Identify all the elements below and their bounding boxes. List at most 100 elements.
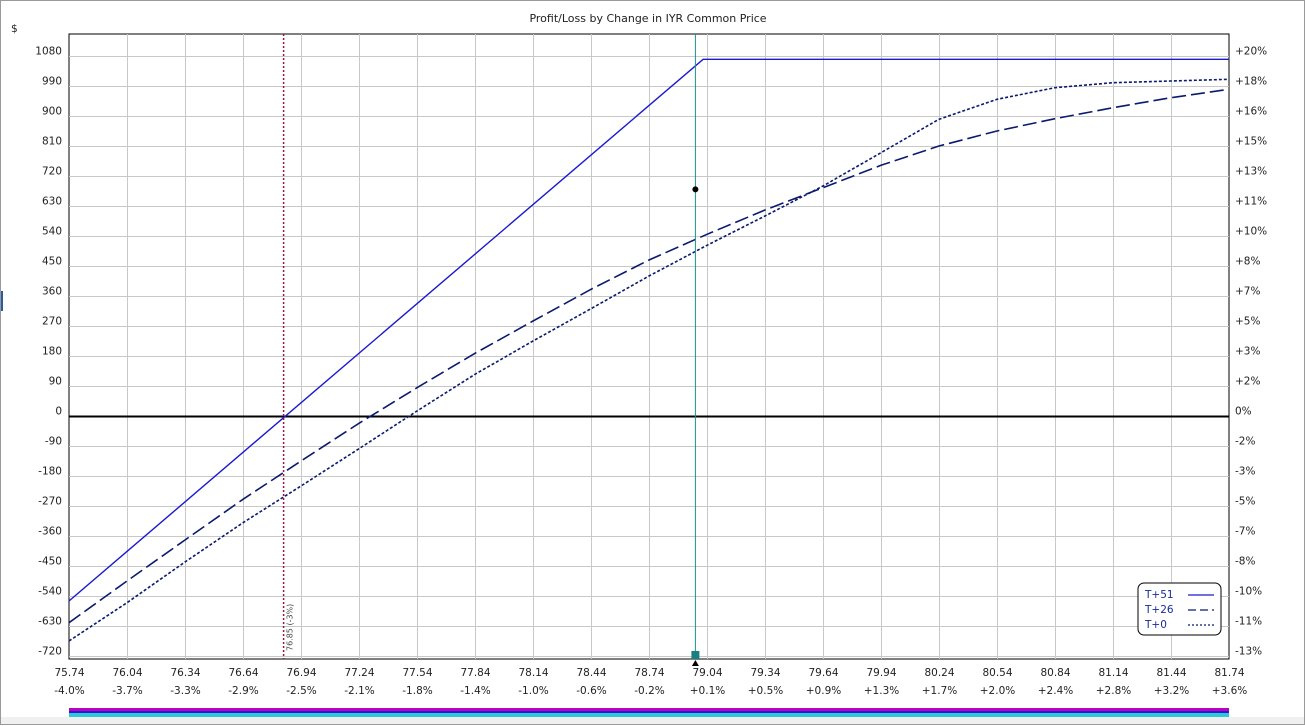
y-tick-label: 360: [42, 286, 62, 298]
x-pct-label: +3.2%: [1154, 685, 1189, 697]
x-pct-label: -3.7%: [112, 685, 142, 697]
y-pct-label: +8%: [1235, 256, 1260, 268]
x-tick-label: 79.04: [692, 667, 722, 679]
x-pct-label: -0.2%: [634, 685, 664, 697]
legend-label: T+0: [1144, 619, 1167, 631]
x-pct-label: +0.9%: [806, 685, 841, 697]
x-tick-label: 79.34: [750, 667, 780, 679]
y-pct-label: -8%: [1235, 556, 1255, 568]
y-pct-label: -7%: [1235, 526, 1255, 538]
y-tick-label: -90: [45, 436, 62, 448]
break-even-label: 76.85 (-3%): [286, 604, 295, 651]
y-pct-label: +15%: [1235, 136, 1267, 148]
y-pct-label: -2%: [1235, 436, 1255, 448]
y-pct-label: +11%: [1235, 196, 1267, 208]
y-tick-label: -450: [38, 556, 62, 568]
y-tick-label: -630: [38, 616, 62, 628]
x-tick-label: 79.64: [808, 667, 838, 679]
scroll-stripe-magenta: [69, 708, 1229, 711]
chart-window: 75.74 -4.0% 76.04 -3.7% 76.34 -3.3% 76.64 -2.9%…: [0, 0, 1305, 725]
x-tick-label: 81.74: [1214, 667, 1244, 679]
y-tick-label: 720: [42, 166, 62, 178]
y-tick-label: 900: [42, 106, 62, 118]
x-pct-label: +2.4%: [1038, 685, 1073, 697]
x-pct-label: +1.3%: [864, 685, 899, 697]
y-tick-label: -540: [38, 586, 62, 598]
x-tick-label: 80.24: [924, 667, 954, 679]
scroll-stripe-blue: [69, 711, 1229, 713]
x-pct-label: -4.0%: [54, 685, 84, 697]
y-pct-label: -3%: [1235, 466, 1255, 478]
y-pct-label: 0%: [1235, 406, 1252, 418]
legend: T+51 T+26 T+0: [1137, 582, 1222, 636]
x-pct-label: +1.7%: [922, 685, 957, 697]
chart-title: Profit/Loss by Change in IYR Common Pric…: [529, 12, 766, 25]
x-tick-label: 78.44: [576, 667, 606, 679]
y-pct-label: +5%: [1235, 316, 1260, 328]
scroll-stripe-cyan: [69, 713, 1229, 717]
x-tick-label: 79.94: [866, 667, 896, 679]
y-tick-label: -720: [38, 646, 62, 658]
y-axis-unit: $: [11, 23, 18, 35]
y-pct-label: -11%: [1235, 616, 1262, 628]
x-pct-label: +0.1%: [690, 685, 725, 697]
x-tick-label: 78.14: [518, 667, 548, 679]
y-tick-label: 810: [42, 136, 62, 148]
x-tick-label: 81.14: [1098, 667, 1128, 679]
x-tick-label: 75.74: [54, 667, 84, 679]
x-tick-label: 77.84: [460, 667, 490, 679]
x-pct-label: +3.6%: [1212, 685, 1247, 697]
x-pct-label: -3.3%: [170, 685, 200, 697]
pl-chart: 75.74 -4.0% 76.04 -3.7% 76.34 -3.3% 76.64 -2.9%…: [1, 12, 1304, 724]
x-pct-label: -1.0%: [518, 685, 548, 697]
y-tick-label: 450: [42, 256, 62, 268]
status-strip: [1, 717, 1304, 724]
legend-label: T+51: [1144, 589, 1174, 601]
x-pct-label: +2.8%: [1096, 685, 1131, 697]
y-pct-label: +16%: [1235, 106, 1267, 118]
y-pct-label: -13%: [1235, 646, 1262, 658]
y-tick-label: 1080: [35, 46, 62, 58]
grid-layer: [68, 33, 1230, 660]
current-price-handle: [691, 651, 700, 659]
x-tick-label: 77.54: [402, 667, 432, 679]
x-pct-label: +2.0%: [980, 685, 1015, 697]
y-tick-label: 0: [55, 406, 62, 418]
y-pct-label: +20%: [1235, 46, 1267, 58]
y-pct-label: +18%: [1235, 76, 1267, 88]
y-tick-label: -180: [38, 466, 62, 478]
x-tick-label: 76.64: [228, 667, 258, 679]
y-pct-label: +7%: [1235, 286, 1260, 298]
y-tick-label: -360: [38, 526, 62, 538]
x-pct-label: +0.5%: [748, 685, 783, 697]
x-tick-label: 80.84: [1040, 667, 1070, 679]
x-tick-label: 76.34: [170, 667, 200, 679]
y-pct-label: -10%: [1235, 586, 1262, 598]
y-tick-label: 90: [49, 376, 62, 388]
y-tick-label: 180: [42, 346, 62, 358]
y-pct-label: -5%: [1235, 496, 1255, 508]
x-pct-label: -2.5%: [286, 685, 316, 697]
x-pct-label: -1.8%: [402, 685, 432, 697]
x-pct-label: -1.4%: [460, 685, 490, 697]
chart-scrollbar[interactable]: [1, 708, 1304, 724]
y-pct-label: +2%: [1235, 376, 1260, 388]
x-tick-label: 76.04: [112, 667, 142, 679]
y-pct-label: +13%: [1235, 166, 1267, 178]
x-tick-label: 81.44: [1156, 667, 1186, 679]
x-pct-label: -0.6%: [576, 685, 606, 697]
marker-layer: 76.85 (-3%): [282, 34, 700, 666]
y-tick-label: 630: [42, 196, 62, 208]
y-pct-label: +3%: [1235, 346, 1260, 358]
position-dot: [692, 186, 699, 193]
x-tick-label: 78.74: [634, 667, 664, 679]
y-tick-label: 270: [42, 316, 62, 328]
x-pct-label: -2.1%: [344, 685, 374, 697]
x-tick-label: 76.94: [286, 667, 316, 679]
current-price-arrow: [691, 660, 699, 666]
y-tick-label: 540: [42, 226, 62, 238]
x-tick-label: 77.24: [344, 667, 374, 679]
y-pct-label: +10%: [1235, 226, 1267, 238]
y-tick-label: 990: [42, 76, 62, 88]
y-tick-label: -270: [38, 496, 62, 508]
